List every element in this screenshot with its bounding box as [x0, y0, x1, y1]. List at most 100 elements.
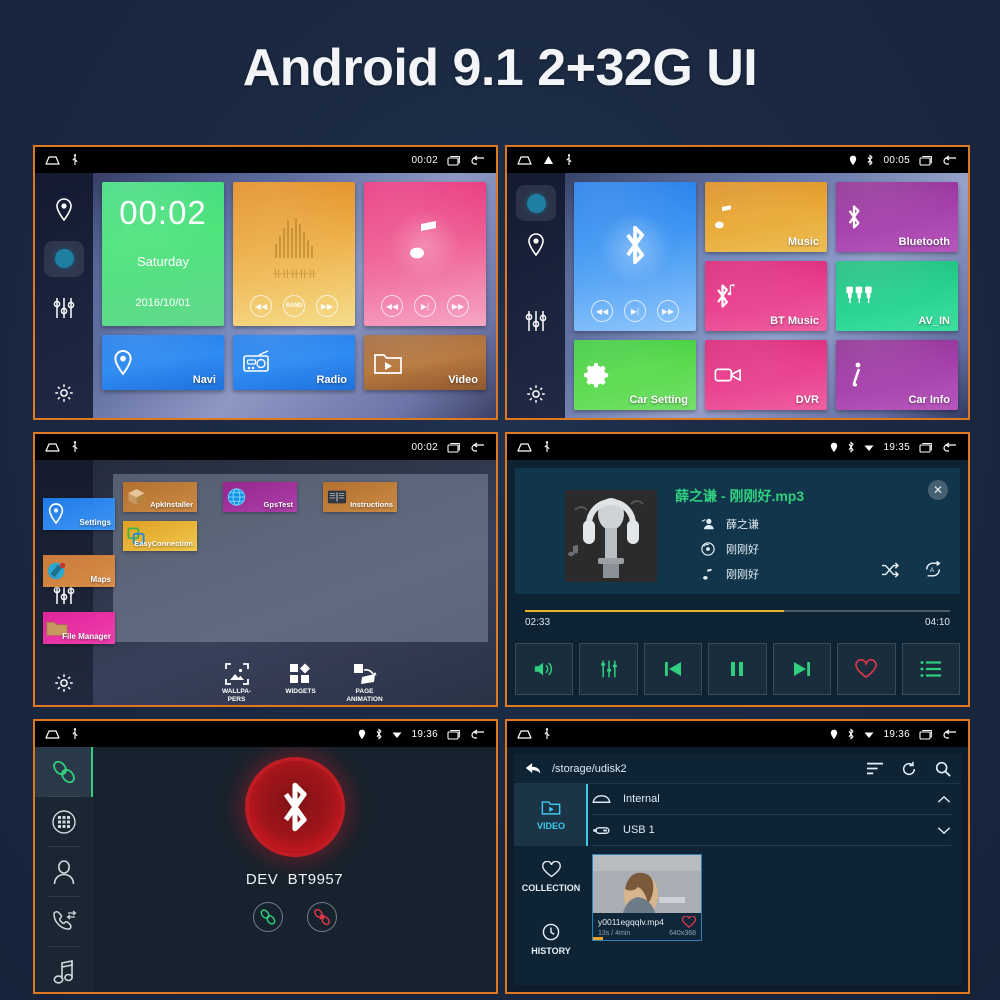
status-time: 00:02	[411, 154, 438, 166]
bt-tab-contacts[interactable]	[35, 847, 93, 897]
progress-bar[interactable]	[525, 610, 950, 612]
dock-item-equalizer[interactable]	[507, 297, 565, 345]
wallpapers-button[interactable]: WALLPA-PERS	[217, 663, 257, 703]
home-icon[interactable]	[517, 155, 532, 166]
repeat-all-icon[interactable]: A	[924, 561, 942, 578]
bt-tab-dialpad[interactable]	[35, 797, 93, 847]
bluetooth-sidebar	[35, 747, 93, 992]
previous-button[interactable]	[643, 643, 703, 695]
drive-internal[interactable]: Internal	[592, 784, 951, 815]
recents-icon[interactable]	[919, 442, 933, 453]
recents-icon[interactable]	[447, 729, 461, 740]
track-meta: 薛之谦 刚刚好 刚刚好	[701, 516, 759, 591]
av-plug-icon	[845, 284, 873, 308]
search-icon[interactable]	[935, 761, 951, 777]
tile-car-info[interactable]: Car Info	[836, 340, 958, 410]
back-icon[interactable]	[942, 442, 958, 453]
pause-button[interactable]	[708, 643, 767, 695]
close-icon[interactable]: ✕	[928, 480, 948, 500]
bt-tab-music[interactable]	[35, 947, 93, 992]
radio-prev-button[interactable]: ◀◀	[250, 295, 272, 317]
volume-button[interactable]	[515, 643, 574, 695]
dock-item-settings[interactable]	[507, 370, 565, 418]
drawer-bottom-bar: WALLPA-PERS WIDGETS PAGE ANIMATION	[113, 663, 488, 703]
chevron-up-icon[interactable]	[937, 795, 951, 804]
tile-music[interactable]: Music	[705, 182, 827, 252]
home-icon[interactable]	[517, 442, 532, 453]
tile-bluetooth[interactable]: Bluetooth	[836, 182, 958, 252]
bluetooth-status-orb[interactable]	[248, 761, 341, 853]
recents-icon[interactable]	[447, 155, 461, 166]
back-arrow-icon[interactable]	[524, 761, 542, 776]
home-icon[interactable]	[45, 729, 60, 740]
home-icon[interactable]	[45, 155, 60, 166]
widget-radio[interactable]: ·|·|··|·|··|·|··|·|··|·|· ◀◀ BAND ▶▶	[233, 182, 355, 326]
music-prev-button[interactable]: ◀◀	[381, 295, 403, 317]
app-instructions[interactable]: Instructions	[323, 482, 397, 512]
side-app-maps[interactable]: Maps	[43, 555, 115, 587]
widget-bluetooth-player[interactable]: ◀◀ ▶| ▶▶	[574, 182, 696, 331]
bt-tab-call-log[interactable]	[35, 897, 93, 947]
tile-navi[interactable]: Navi	[102, 335, 224, 390]
home-icon[interactable]	[517, 729, 532, 740]
equalizer-button[interactable]	[579, 643, 638, 695]
app-gpstest[interactable]: GpsTest	[223, 482, 297, 512]
next-button[interactable]	[772, 643, 832, 695]
tile-av-in[interactable]: AV_IN	[836, 261, 958, 331]
connect-button[interactable]	[252, 902, 283, 932]
favorite-button[interactable]	[837, 643, 896, 695]
music-play-button[interactable]: ▶|	[414, 295, 436, 317]
dock-item-location[interactable]	[35, 185, 93, 234]
radio-band-button[interactable]: BAND	[283, 295, 305, 317]
page-animation-button[interactable]: PAGE ANIMATION	[345, 663, 385, 703]
recents-icon[interactable]	[919, 155, 933, 166]
bt-prev-button[interactable]: ◀◀	[591, 300, 613, 322]
back-icon[interactable]	[942, 729, 958, 740]
back-icon[interactable]	[470, 155, 486, 166]
recents-icon[interactable]	[919, 729, 933, 740]
back-icon[interactable]	[470, 729, 486, 740]
dock-item-settings[interactable]	[35, 369, 93, 418]
dock-item-equalizer[interactable]	[35, 284, 93, 333]
tile-bt-music[interactable]: BT Music	[705, 261, 827, 331]
bt-tab-link[interactable]	[35, 747, 93, 797]
side-app-file-manager[interactable]: File Manager	[43, 612, 115, 644]
tile-car-setting[interactable]: Car Setting	[574, 340, 696, 410]
radio-next-button[interactable]: ▶▶	[316, 295, 338, 317]
recents-icon[interactable]	[447, 442, 461, 453]
file-card[interactable]: y0011egqqlv.mp4 13s / 4min 640x368	[592, 854, 702, 941]
side-app-settings[interactable]: Settings	[43, 498, 115, 530]
tile-dvr[interactable]: DVR	[705, 340, 827, 410]
widget-clock[interactable]: 00:02 Saturday 2016/10/01	[102, 182, 224, 326]
widgets-button[interactable]: WIDGETS	[281, 663, 321, 703]
sort-icon[interactable]	[867, 762, 883, 775]
drive-label: Internal	[623, 793, 660, 805]
shuffle-icon[interactable]	[881, 561, 899, 578]
back-icon[interactable]	[470, 442, 486, 453]
drive-usb1[interactable]: USB 1	[592, 815, 951, 846]
tab-collection[interactable]: COLLECTION	[514, 846, 588, 908]
app-apkinstaller[interactable]: ApkInstaller	[123, 482, 197, 512]
tile-radio[interactable]: Radio	[233, 335, 355, 390]
clock-icon	[542, 923, 560, 941]
app-easyconnection[interactable]: EasyConnection	[123, 521, 197, 551]
side-app-label: File Manager	[62, 632, 111, 641]
back-icon[interactable]	[942, 155, 958, 166]
bt-next-button[interactable]: ▶▶	[657, 300, 679, 322]
tab-history[interactable]: HISTORY	[514, 908, 588, 970]
progress-area[interactable]: 02:33 04:10	[515, 610, 960, 628]
music-next-button[interactable]: ▶▶	[447, 295, 469, 317]
playlist-button[interactable]	[901, 643, 960, 695]
home-icon[interactable]	[45, 442, 60, 453]
heart-icon[interactable]	[682, 916, 696, 928]
widget-music[interactable]: ◀◀ ▶| ▶▶	[364, 182, 486, 326]
bt-play-button[interactable]: ▶|	[624, 300, 646, 322]
dock-item-location[interactable]	[507, 221, 565, 269]
tile-video[interactable]: Video	[364, 335, 486, 390]
tab-video[interactable]: VIDEO	[514, 784, 588, 846]
disconnect-button[interactable]	[306, 902, 337, 932]
refresh-icon[interactable]	[901, 761, 917, 777]
dock-item-active[interactable]	[507, 185, 565, 221]
chevron-down-icon[interactable]	[937, 826, 951, 835]
dock-item-active[interactable]	[35, 234, 93, 283]
